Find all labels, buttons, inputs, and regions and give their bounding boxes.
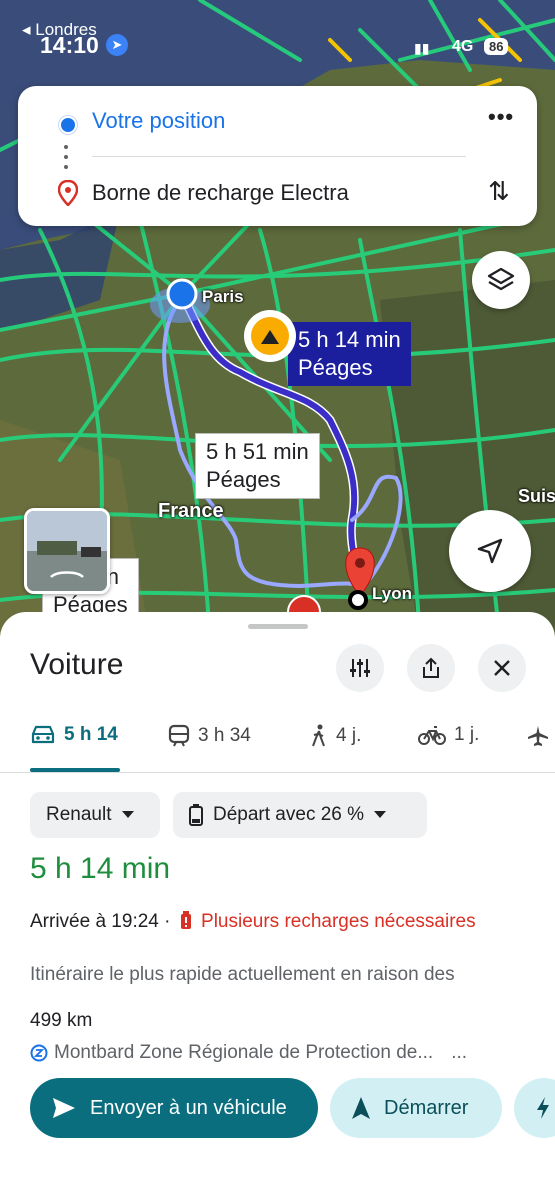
tabs-divider: [0, 772, 555, 773]
tab-car-label: 5 h 14: [64, 724, 118, 745]
route-reason: Itinéraire le plus rapide actuellement e…: [30, 964, 455, 985]
car-icon: [31, 725, 55, 744]
tab-walk-label: 4 j.: [336, 725, 362, 746]
directions-sheet: Voiture 5 h 14 3 h 34 4 j. 1 j. Renault …: [0, 612, 555, 1200]
share-button[interactable]: [407, 644, 455, 692]
zone-icon: [30, 1044, 48, 1062]
network-type: 4G: [452, 38, 474, 55]
tab-transit-label: 3 h 34: [198, 725, 251, 746]
layers-button[interactable]: [472, 251, 530, 309]
train-icon: [168, 724, 190, 747]
battery-icon: [189, 804, 203, 826]
start-navigation-button[interactable]: Démarrer: [330, 1078, 502, 1138]
swap-icon[interactable]: ⇅: [488, 176, 510, 207]
zone-more[interactable]: ...: [451, 1042, 467, 1064]
zone-notice[interactable]: Montbard Zone Régionale de Protection de…: [30, 1042, 467, 1064]
sheet-title: Voiture: [30, 648, 124, 681]
battery-label: Départ avec 26 %: [213, 804, 365, 825]
bike-icon: [418, 726, 446, 745]
arrival-info: Arrivée à 19:24 · Plusieurs recharges né…: [30, 908, 530, 936]
trip-duration: 5 h 14 min: [30, 852, 171, 885]
sliders-icon: [350, 659, 370, 677]
roadwork-icon[interactable]: [244, 310, 296, 362]
tab-car[interactable]: 5 h 14: [30, 724, 118, 746]
vehicle-label: Renault: [46, 804, 112, 825]
navigation-arrow-icon: [477, 538, 503, 564]
send-label: Envoyer à un véhicule: [90, 1096, 287, 1119]
share-icon: [423, 657, 439, 678]
route-time: 5 h 51 min: [206, 439, 309, 464]
battery-level: 86: [484, 38, 509, 55]
charge-warning: Plusieurs recharges nécessaires: [201, 911, 476, 932]
more-options-icon[interactable]: •••: [488, 104, 514, 130]
tab-walk[interactable]: 4 j.: [310, 724, 361, 748]
send-icon: [53, 1098, 75, 1118]
street-view-thumbnail[interactable]: [24, 508, 110, 594]
arrival-time: Arrivée à 19:24 ·: [30, 911, 171, 932]
tab-bike[interactable]: 1 j.: [418, 724, 479, 746]
country-label-france: France: [158, 500, 224, 522]
directions-search-card: Votre position ••• Borne de recharge Ele…: [18, 86, 537, 226]
route-options-button[interactable]: [336, 644, 384, 692]
location-arrow-icon: ➤: [106, 34, 128, 56]
travel-mode-tabs: 5 h 14 3 h 34 4 j. 1 j.: [0, 712, 555, 772]
walk-icon: [312, 724, 325, 747]
charging-stops-button[interactable]: [514, 1078, 555, 1138]
route-tolls: Péages: [206, 467, 281, 492]
close-icon: [494, 660, 510, 676]
send-to-vehicle-button[interactable]: Envoyer à un véhicule: [30, 1078, 318, 1138]
close-button[interactable]: [478, 644, 526, 692]
origin-field[interactable]: Votre position: [92, 108, 225, 134]
battery-dropdown[interactable]: Départ avec 26 %: [173, 792, 427, 838]
country-label-suisse: Suis: [518, 486, 555, 506]
field-divider: [92, 156, 466, 157]
chevron-down-icon: [121, 811, 134, 818]
vehicle-dropdown[interactable]: Renault: [30, 792, 160, 838]
route-dots-icon: [64, 145, 68, 169]
route-time: 5 h 14 min: [298, 327, 401, 352]
tab-bike-label: 1 j.: [454, 724, 480, 745]
charge-warning-icon: [180, 911, 191, 929]
route-label-selected[interactable]: 5 h 14 min Péages: [288, 322, 411, 386]
city-label-paris: Paris: [202, 287, 244, 306]
navigation-icon: [352, 1097, 370, 1119]
recenter-button[interactable]: [449, 510, 531, 592]
zone-text: Montbard Zone Régionale de Protection de…: [54, 1042, 434, 1063]
lightning-icon: [537, 1097, 549, 1119]
route-tolls: Péages: [298, 355, 373, 380]
clock: 14:10: [40, 32, 99, 58]
signal-icon: ▮▮: [414, 40, 430, 56]
plane-icon: [528, 726, 548, 746]
layers-icon: [487, 267, 515, 291]
tab-flight[interactable]: [526, 724, 550, 748]
tab-transit[interactable]: 3 h 34: [168, 724, 251, 748]
destination-field[interactable]: Borne de recharge Electra: [92, 180, 349, 206]
chevron-down-icon: [374, 811, 387, 818]
city-label-lyon: Lyon: [372, 584, 412, 603]
status-bar: ◂ Londres 14:10 ➤ ▮▮ 4G 86: [0, 18, 555, 66]
origin-dot-icon: [59, 116, 77, 134]
trip-distance: 499 km: [30, 1010, 93, 1031]
sheet-drag-handle[interactable]: [248, 624, 308, 629]
route-label-alternative[interactable]: 5 h 51 min Péages: [195, 433, 320, 499]
current-location-marker: [166, 278, 198, 310]
start-label: Démarrer: [384, 1096, 469, 1119]
destination-pin-icon: [58, 180, 78, 206]
